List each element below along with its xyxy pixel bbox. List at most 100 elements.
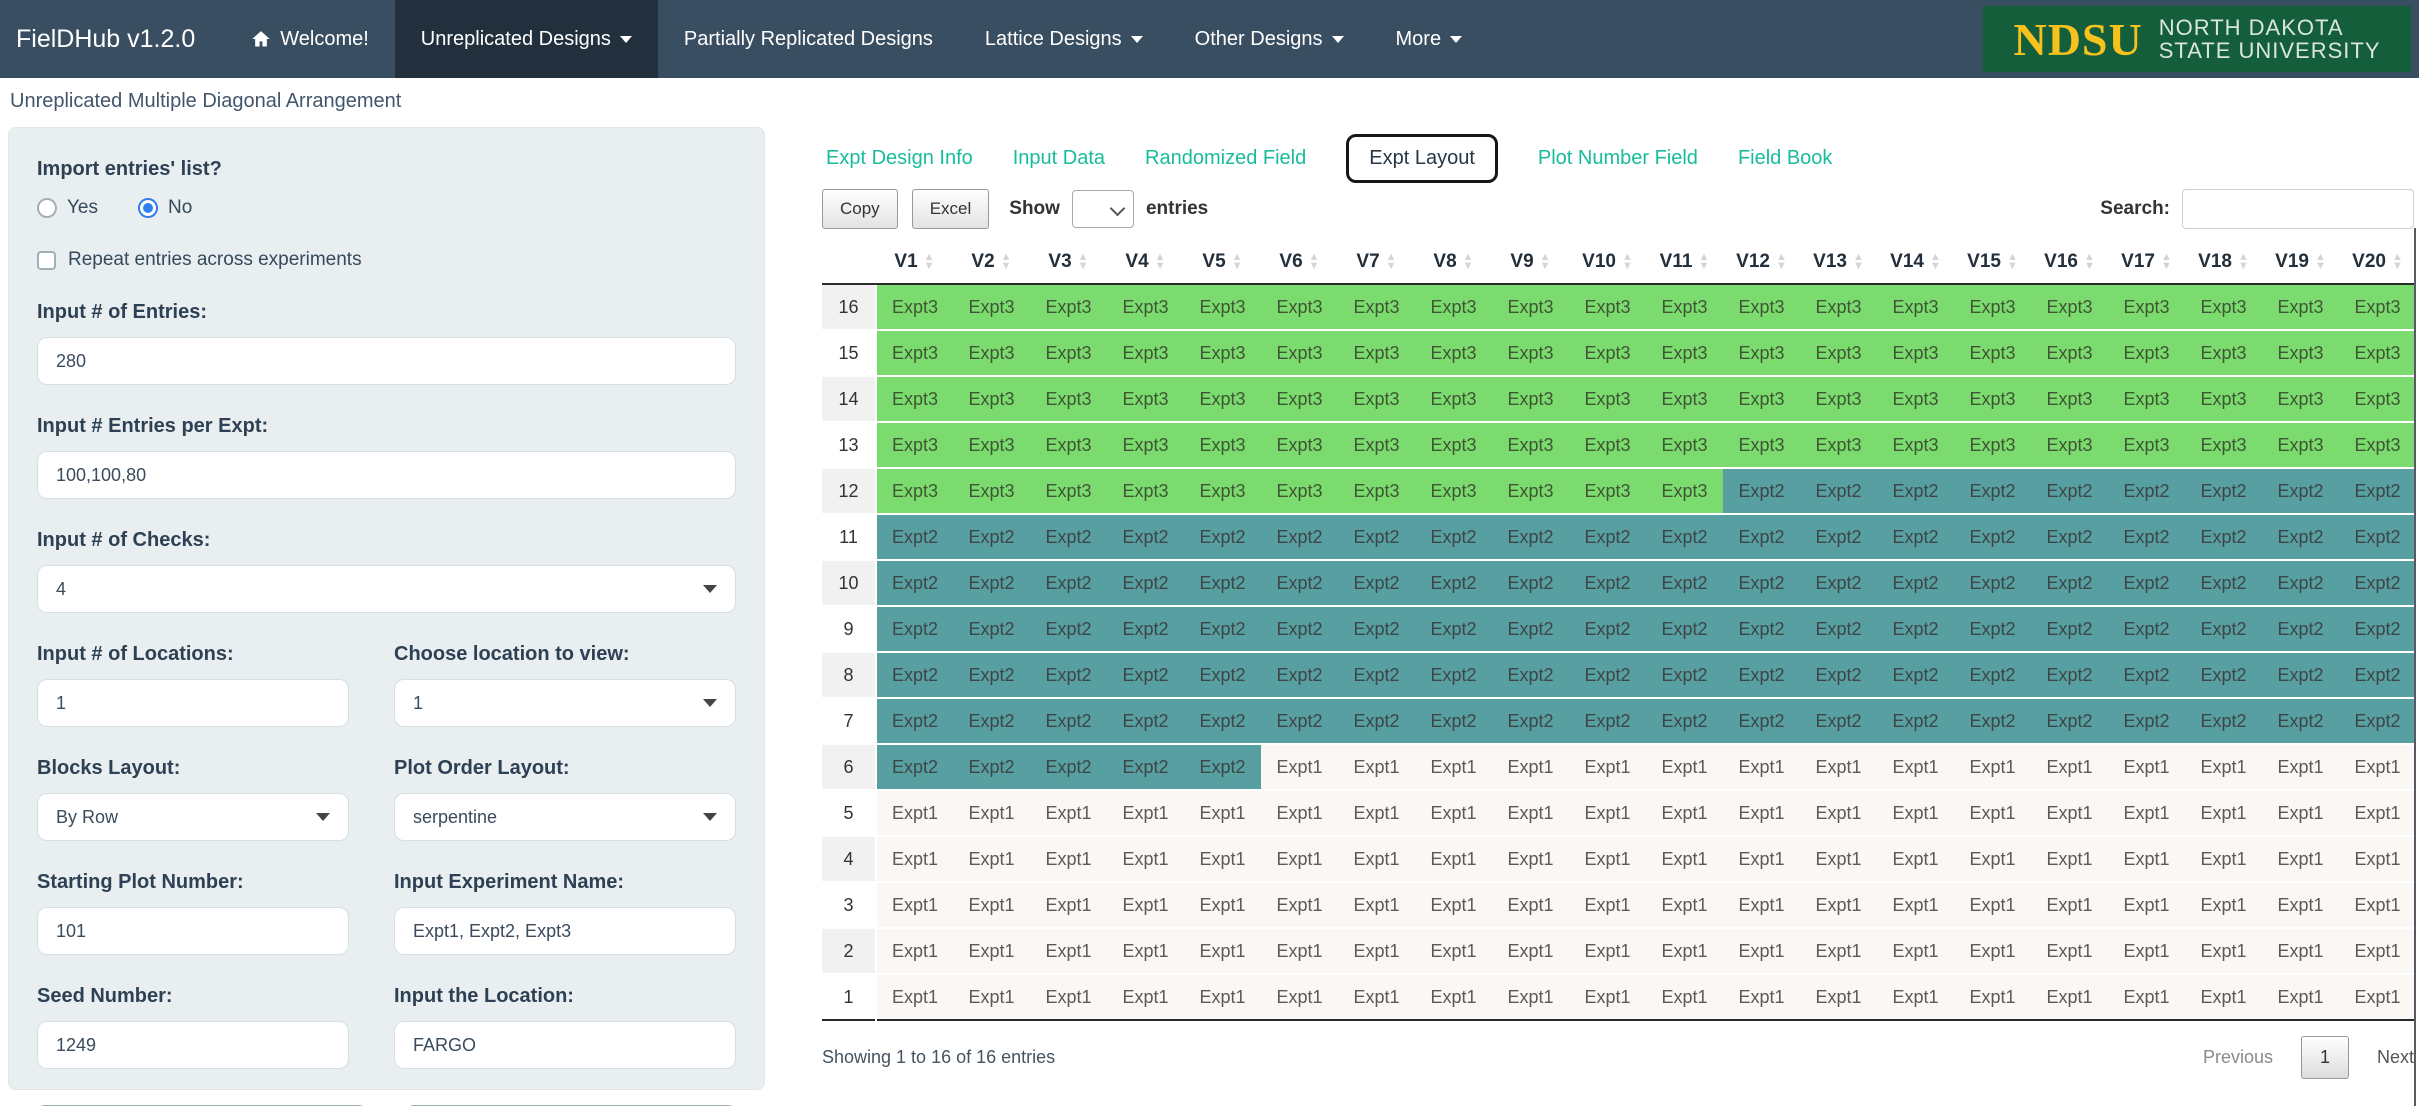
column-header-v11[interactable]: V11▲▼ xyxy=(1646,240,1723,284)
plot-cell: Expt2 xyxy=(1569,560,1646,606)
column-header-v9[interactable]: V9▲▼ xyxy=(1492,240,1569,284)
plot-cell: Expt1 xyxy=(1800,974,1877,1020)
column-header-v2[interactable]: V2▲▼ xyxy=(953,240,1030,284)
copy-button[interactable]: Copy xyxy=(822,189,898,229)
plot-cell: Expt1 xyxy=(1030,836,1107,882)
location-view-select[interactable]: 1 xyxy=(394,679,736,727)
tab-expt-design-info[interactable]: Expt Design Info xyxy=(826,147,973,170)
plot-cell: Expt1 xyxy=(1646,790,1723,836)
previous-page-button[interactable]: Previous xyxy=(2203,1047,2273,1068)
seed-input[interactable] xyxy=(37,1021,349,1069)
scrollbar[interactable] xyxy=(2414,228,2416,1106)
plot-cell: Expt1 xyxy=(1415,744,1492,790)
home-icon xyxy=(251,29,271,49)
plot-cell: Expt2 xyxy=(2031,468,2108,514)
nav-item-unreplicated-designs[interactable]: Unreplicated Designs xyxy=(395,0,658,78)
experiment-name-input[interactable] xyxy=(394,907,736,955)
plot-cell: Expt2 xyxy=(876,560,953,606)
starting-plot-label: Starting Plot Number: xyxy=(37,871,349,894)
next-page-button[interactable]: Next xyxy=(2377,1047,2414,1068)
plot-cell: Expt1 xyxy=(1107,974,1184,1020)
column-header-v5[interactable]: V5▲▼ xyxy=(1184,240,1261,284)
column-header-v3[interactable]: V3▲▼ xyxy=(1030,240,1107,284)
plot-cell: Expt3 xyxy=(1800,330,1877,376)
column-header-v10[interactable]: V10▲▼ xyxy=(1569,240,1646,284)
radio-option-yes[interactable]: Yes xyxy=(37,197,98,219)
tab-plot-number-field[interactable]: Plot Number Field xyxy=(1538,147,1698,170)
plot-cell: Expt3 xyxy=(1030,468,1107,514)
tab-randomized-field[interactable]: Randomized Field xyxy=(1145,147,1306,170)
plot-cell: Expt1 xyxy=(2108,928,2185,974)
column-header-v8[interactable]: V8▲▼ xyxy=(1415,240,1492,284)
column-header-v13[interactable]: V13▲▼ xyxy=(1800,240,1877,284)
entries-per-expt-input[interactable] xyxy=(37,451,736,499)
plot-cell: Expt1 xyxy=(2339,836,2416,882)
column-header-v18[interactable]: V18▲▼ xyxy=(2185,240,2262,284)
search-input[interactable] xyxy=(2182,189,2414,229)
plot-cell: Expt3 xyxy=(1492,422,1569,468)
plot-cell: Expt2 xyxy=(1492,606,1569,652)
column-header-v19[interactable]: V19▲▼ xyxy=(2262,240,2339,284)
row-number-cell: 2 xyxy=(822,928,876,974)
plot-cell: Expt3 xyxy=(1877,284,1954,330)
plot-cell: Expt2 xyxy=(876,514,953,560)
plot-cell: Expt3 xyxy=(1030,376,1107,422)
plot-cell: Expt3 xyxy=(2185,284,2262,330)
nav-item-other-designs[interactable]: Other Designs xyxy=(1169,0,1370,78)
starting-plot-input[interactable] xyxy=(37,907,349,955)
plot-cell: Expt2 xyxy=(1415,560,1492,606)
column-header-v14[interactable]: V14▲▼ xyxy=(1877,240,1954,284)
plot-cell: Expt2 xyxy=(1954,698,2031,744)
plot-cell: Expt1 xyxy=(1800,836,1877,882)
column-header-v17[interactable]: V17▲▼ xyxy=(2108,240,2185,284)
column-header-v16[interactable]: V16▲▼ xyxy=(2031,240,2108,284)
excel-button[interactable]: Excel xyxy=(912,189,990,229)
plot-cell: Expt1 xyxy=(1646,974,1723,1020)
entries-per-expt-label: Input # Entries per Expt: xyxy=(37,415,736,438)
locations-input[interactable] xyxy=(37,679,349,727)
nav-item-more[interactable]: More xyxy=(1370,0,1489,78)
entries-input[interactable] xyxy=(37,337,736,385)
radio-option-no[interactable]: No xyxy=(138,197,192,219)
radio-icon-checked[interactable] xyxy=(138,198,158,218)
plot-cell: Expt3 xyxy=(1030,284,1107,330)
column-header-v7[interactable]: V7▲▼ xyxy=(1338,240,1415,284)
column-header-v20[interactable]: V20▲▼ xyxy=(2339,240,2416,284)
checkbox-icon[interactable] xyxy=(37,251,56,270)
nav-item-partially-replicated-designs[interactable]: Partially Replicated Designs xyxy=(658,0,959,78)
column-header-v6[interactable]: V6▲▼ xyxy=(1261,240,1338,284)
plot-cell: Expt1 xyxy=(1954,790,2031,836)
plot-cell: Expt2 xyxy=(1107,514,1184,560)
plot-cell: Expt3 xyxy=(1261,330,1338,376)
plot-cell: Expt3 xyxy=(1261,284,1338,330)
plot-cell: Expt3 xyxy=(1954,284,2031,330)
repeat-entries-checkbox[interactable]: Repeat entries across experiments xyxy=(37,249,736,271)
page-length-select[interactable] xyxy=(1072,190,1134,228)
radio-icon[interactable] xyxy=(37,198,57,218)
plot-cell: Expt2 xyxy=(1415,514,1492,560)
blocks-layout-select[interactable]: By Row xyxy=(37,793,349,841)
plot-cell: Expt3 xyxy=(1492,468,1569,514)
plot-cell: Expt1 xyxy=(1646,882,1723,928)
column-header-v15[interactable]: V15▲▼ xyxy=(1954,240,2031,284)
plot-cell: Expt1 xyxy=(1107,836,1184,882)
column-header-v1[interactable]: V1▲▼ xyxy=(876,240,953,284)
plot-cell: Expt2 xyxy=(2108,606,2185,652)
column-header-v4[interactable]: V4▲▼ xyxy=(1107,240,1184,284)
location-input[interactable] xyxy=(394,1021,736,1069)
nav-item-welcome[interactable]: Welcome! xyxy=(225,0,395,78)
plot-cell: Expt1 xyxy=(1723,836,1800,882)
nav-item-lattice-designs[interactable]: Lattice Designs xyxy=(959,0,1169,78)
tab-expt-layout[interactable]: Expt Layout xyxy=(1346,134,1498,183)
current-page-button[interactable]: 1 xyxy=(2301,1036,2349,1079)
location-view-value: 1 xyxy=(413,693,423,714)
plot-cell: Expt2 xyxy=(1800,514,1877,560)
tab-field-book[interactable]: Field Book xyxy=(1738,147,1833,170)
plot-order-select[interactable]: serpentine xyxy=(394,793,736,841)
checks-select[interactable]: 4 xyxy=(37,565,736,613)
tab-input-data[interactable]: Input Data xyxy=(1013,147,1105,170)
plot-cell: Expt3 xyxy=(953,468,1030,514)
column-header-v12[interactable]: V12▲▼ xyxy=(1723,240,1800,284)
plot-cell: Expt1 xyxy=(953,974,1030,1020)
ndsu-logo: NDSU NORTH DAKOTA STATE UNIVERSITY xyxy=(1983,6,2411,72)
